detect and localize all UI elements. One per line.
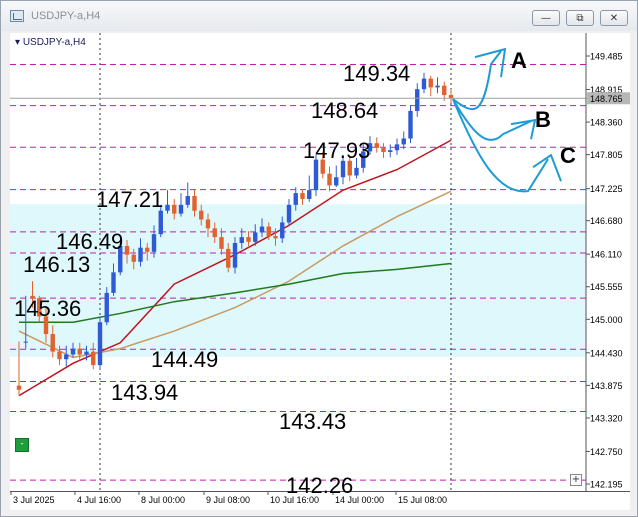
candle-body[interactable]	[388, 150, 393, 152]
price-tick-label: 143.320	[590, 413, 623, 423]
candlestick-chart: 149.485148.915148.765148.360147.805147.2…	[10, 33, 630, 505]
candle-body[interactable]	[435, 85, 440, 88]
candle-body[interactable]	[415, 89, 420, 111]
scenario-label-a: A	[511, 48, 527, 73]
candle-body[interactable]	[104, 292, 109, 323]
candle-body[interactable]	[327, 173, 332, 186]
time-tick-label: 4 Jul 16:00	[77, 495, 121, 505]
scenario-c-arrow	[452, 98, 549, 193]
candle-body[interactable]	[266, 226, 271, 236]
level-annotation: 143.43	[279, 409, 346, 434]
price-tick-label: 146.110	[590, 250, 622, 260]
scenario-label-b: B	[535, 107, 551, 132]
price-tick-label: 142.195	[590, 480, 623, 490]
price-tick-label: 145.555	[590, 282, 623, 292]
current-price-label: 148.765	[590, 94, 623, 104]
candle-body[interactable]	[124, 245, 130, 255]
candle-body[interactable]	[280, 222, 285, 239]
candle-body[interactable]	[219, 237, 224, 249]
zoom-plus-icon[interactable]: +	[570, 474, 582, 486]
candle-body[interactable]	[111, 272, 116, 293]
level-annotation: 148.64	[311, 98, 378, 123]
candle-body[interactable]	[259, 226, 265, 233]
candle-body[interactable]	[172, 204, 177, 214]
candle-body[interactable]	[165, 204, 170, 211]
candle-body[interactable]	[232, 242, 238, 268]
candle-body[interactable]	[97, 322, 103, 366]
level-annotation: 147.21	[96, 187, 163, 212]
candle-body[interactable]	[253, 232, 258, 242]
candle-body[interactable]	[70, 348, 76, 355]
candle-body[interactable]	[91, 351, 96, 366]
scenario-label-c: C	[560, 143, 576, 168]
price-tick-label: 149.485	[590, 52, 623, 62]
candle-body[interactable]	[151, 234, 157, 252]
candle-body[interactable]	[50, 333, 55, 352]
candle-body[interactable]	[77, 348, 82, 355]
candle-body[interactable]	[16, 385, 22, 390]
price-tick-label: 146.680	[590, 216, 623, 226]
time-tick-label: 15 Jul 08:00	[398, 495, 447, 505]
candle-body[interactable]	[421, 78, 427, 90]
time-tick-label: 8 Jul 00:00	[141, 495, 185, 505]
level-annotation: 146.49	[56, 229, 123, 254]
candle-body[interactable]	[185, 196, 190, 205]
one-click-trading-icon[interactable]: -	[15, 438, 29, 452]
candle-body[interactable]	[307, 190, 312, 199]
candle-body[interactable]	[286, 204, 292, 223]
price-tick-label: 142.750	[590, 447, 623, 457]
candle-body[interactable]	[374, 143, 379, 148]
level-annotation: 145.36	[14, 296, 81, 321]
price-tick-label: 148.360	[590, 118, 623, 128]
chart-window: USDJPY-a,H4 — ⧉ ✕ 149.485 148.915 148.765 1…	[0, 0, 638, 517]
candle-body[interactable]	[408, 110, 413, 139]
price-tick-label: 145.000	[590, 315, 623, 325]
level-annotation: 143.94	[111, 380, 178, 405]
price-tick-label: 147.225	[590, 184, 623, 194]
candle-body[interactable]	[300, 193, 305, 199]
candle-body[interactable]	[401, 138, 406, 145]
candle-body[interactable]	[178, 204, 184, 214]
candle-body[interactable]	[334, 177, 339, 186]
time-tick-label: 3 Jul 2025	[13, 495, 55, 505]
candle-body[interactable]	[293, 193, 298, 205]
candle-body[interactable]	[226, 248, 231, 268]
candle-body[interactable]	[347, 160, 352, 176]
candle-body[interactable]	[246, 237, 251, 242]
symbol-label-text: USDJPY-a,H4	[22, 37, 86, 48]
candle-body[interactable]	[205, 219, 211, 229]
candle-body[interactable]	[131, 254, 136, 262]
candle-body[interactable]	[354, 167, 359, 176]
candle-body[interactable]	[340, 160, 346, 178]
candle-body[interactable]	[64, 354, 69, 360]
price-tick-label: 147.805	[590, 150, 623, 160]
level-annotation: 142.26	[286, 473, 353, 498]
candle-body[interactable]	[212, 228, 217, 238]
candle-body[interactable]	[192, 196, 197, 211]
candle-body[interactable]	[442, 85, 447, 96]
time-tick-label: 9 Jul 08:00	[206, 495, 250, 505]
candle-body[interactable]	[394, 144, 400, 151]
candle-body[interactable]	[57, 351, 62, 360]
candle-body[interactable]	[23, 341, 28, 343]
candle-body[interactable]	[428, 78, 433, 88]
candle-body[interactable]	[313, 159, 319, 191]
candle-body[interactable]	[84, 351, 89, 355]
candle-body[interactable]	[138, 247, 143, 262]
candle-body[interactable]	[239, 237, 244, 243]
price-tick-label: 143.875	[590, 381, 623, 391]
level-annotation: 146.13	[23, 252, 90, 277]
candle-body[interactable]	[273, 235, 278, 239]
level-annotation: 149.34	[343, 61, 410, 86]
candle-body[interactable]	[158, 210, 163, 235]
level-annotation: 144.49	[151, 347, 218, 372]
consolidation-zone	[10, 204, 586, 357]
candle-body[interactable]	[145, 247, 150, 252]
price-tick-label: 144.430	[590, 348, 623, 358]
symbol-label[interactable]: ▾ USDJPY-a,H4	[15, 37, 86, 48]
level-annotation: 147.93	[303, 138, 370, 163]
candle-body[interactable]	[381, 147, 386, 152]
candle-body[interactable]	[199, 210, 204, 220]
scenario-a-arrow	[452, 50, 502, 111]
